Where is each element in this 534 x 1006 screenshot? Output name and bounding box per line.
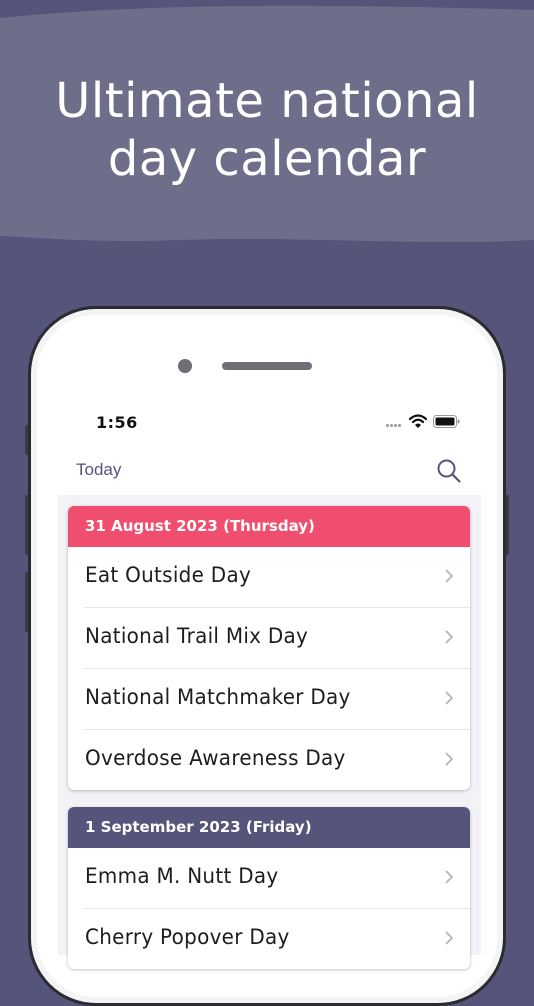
list-item[interactable]: Cherry Popover Day: [84, 909, 470, 969]
chevron-right-icon: [445, 870, 453, 884]
speaker-grille: [222, 362, 312, 370]
wifi-icon: [409, 414, 427, 428]
date-section-header: 31 August 2023 (Thursday): [68, 506, 470, 547]
list-item[interactable]: Emma M. Nutt Day: [84, 848, 470, 909]
status-bar: 1:56: [56, 410, 476, 438]
status-time: 1:56: [96, 413, 138, 432]
chevron-right-icon: [445, 630, 453, 644]
chevron-right-icon: [445, 752, 453, 766]
list-item[interactable]: National Matchmaker Day: [84, 669, 470, 730]
hero-title-line-2: day calendar: [107, 131, 427, 187]
date-section-header: 1 September 2023 (Friday): [68, 807, 470, 848]
chevron-right-icon: [445, 691, 453, 705]
list-item[interactable]: Overdose Awareness Day: [84, 730, 470, 790]
chevron-right-icon: [445, 569, 453, 583]
chevron-right-icon: [445, 931, 453, 945]
battery-icon: [433, 415, 460, 428]
day-list: 31 August 2023 (Thursday) Eat Outside Da…: [58, 495, 481, 969]
list-item-label: Eat Outside Day: [85, 563, 252, 587]
list-item-label: National Trail Mix Day: [85, 624, 309, 648]
hero-title: Ultimate national day calendar: [0, 72, 534, 188]
list-item-label: Overdose Awareness Day: [85, 746, 346, 770]
list-item-label: National Matchmaker Day: [85, 685, 351, 709]
date-section-card: 1 September 2023 (Friday) Emma M. Nutt D…: [68, 807, 470, 969]
search-icon[interactable]: [436, 458, 462, 484]
today-button[interactable]: Today: [76, 460, 121, 480]
hero-banner: Ultimate national day calendar: [0, 0, 534, 250]
signal-dots-icon: [386, 424, 404, 428]
list-item-label: Cherry Popover Day: [85, 925, 290, 949]
hero-title-line-1: Ultimate national: [55, 73, 479, 129]
list-item[interactable]: National Trail Mix Day: [84, 608, 470, 669]
list-item-label: Emma M. Nutt Day: [85, 864, 279, 888]
navigation-bar: Today: [58, 452, 478, 492]
camera-icon: [178, 359, 192, 373]
list-item[interactable]: Eat Outside Day: [84, 547, 470, 608]
date-section-card: 31 August 2023 (Thursday) Eat Outside Da…: [68, 506, 470, 790]
